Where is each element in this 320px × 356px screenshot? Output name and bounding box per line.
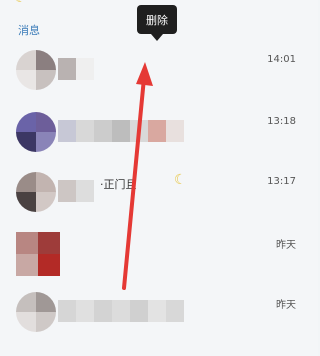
name-redacted bbox=[58, 180, 94, 202]
message-time: 昨天 bbox=[276, 240, 296, 251]
message-row[interactable]: 昨天 bbox=[0, 292, 318, 350]
message-time: 昨天 bbox=[276, 300, 296, 311]
crescent-moon-icon: ☾ bbox=[14, 0, 27, 6]
avatar bbox=[16, 50, 56, 90]
crescent-moon-icon: ☾ bbox=[174, 172, 187, 188]
name-redacted bbox=[58, 120, 184, 142]
message-row[interactable]: 13:18 bbox=[0, 112, 318, 170]
message-row[interactable]: ·正门且 ☾ 13:17 bbox=[0, 172, 318, 230]
delete-tooltip[interactable]: 删除 bbox=[137, 5, 177, 34]
avatar bbox=[16, 292, 56, 332]
avatar bbox=[16, 232, 60, 276]
tooltip-tail bbox=[151, 34, 163, 41]
section-title: 消息 bbox=[18, 24, 40, 37]
message-screen: ☾ 消息 14:01 13:18 ·正门且 ☾ 13: bbox=[0, 0, 318, 356]
avatar bbox=[16, 112, 56, 152]
message-time: 13:17 bbox=[267, 176, 296, 187]
name-redacted bbox=[58, 300, 184, 322]
message-snippet: ·正门且 bbox=[100, 178, 137, 191]
avatar bbox=[16, 172, 56, 212]
name-redacted bbox=[58, 58, 94, 80]
message-time: 13:18 bbox=[267, 116, 296, 127]
message-row[interactable]: 昨天 bbox=[0, 232, 318, 290]
message-row[interactable]: 14:01 bbox=[0, 50, 318, 108]
message-time: 14:01 bbox=[267, 54, 296, 65]
